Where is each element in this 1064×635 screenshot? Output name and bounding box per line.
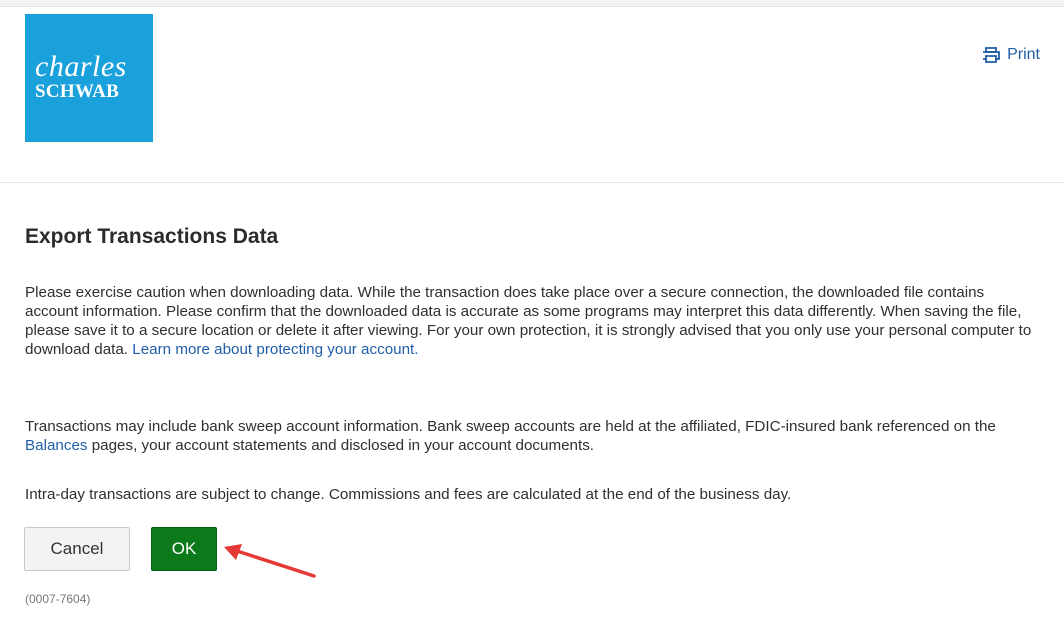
learn-more-link[interactable]: Learn more about protecting your account… [132, 341, 418, 358]
bank-sweep-paragraph: Transactions may include bank sweep acco… [25, 417, 1035, 455]
red-arrow-icon [224, 544, 316, 578]
browser-top-strip [0, 0, 1064, 7]
charles-schwab-logo: charles SCHWAB [25, 14, 153, 142]
logo-script-text: charles [35, 50, 127, 83]
caution-paragraph: Please exercise caution when downloading… [25, 283, 1035, 359]
logo-word-text: SCHWAB [35, 81, 120, 102]
print-label: Print [1007, 46, 1040, 63]
cancel-button[interactable]: Cancel [24, 527, 130, 571]
bank-sweep-text-after: pages, your account statements and discl… [87, 437, 595, 454]
intraday-paragraph: Intra-day transactions are subject to ch… [25, 486, 792, 503]
balances-link[interactable]: Balances [25, 437, 87, 454]
ok-button[interactable]: OK [151, 527, 217, 571]
printer-icon [981, 47, 1001, 63]
bank-sweep-text-before: Transactions may include bank sweep acco… [25, 418, 996, 435]
print-link[interactable]: Print [981, 46, 1040, 64]
header-divider [0, 182, 1064, 183]
reference-code: (0007-7604) [25, 592, 91, 606]
page-title: Export Transactions Data [25, 225, 279, 248]
export-transactions-page: charles SCHWAB Print Export Transactions… [0, 0, 1064, 635]
